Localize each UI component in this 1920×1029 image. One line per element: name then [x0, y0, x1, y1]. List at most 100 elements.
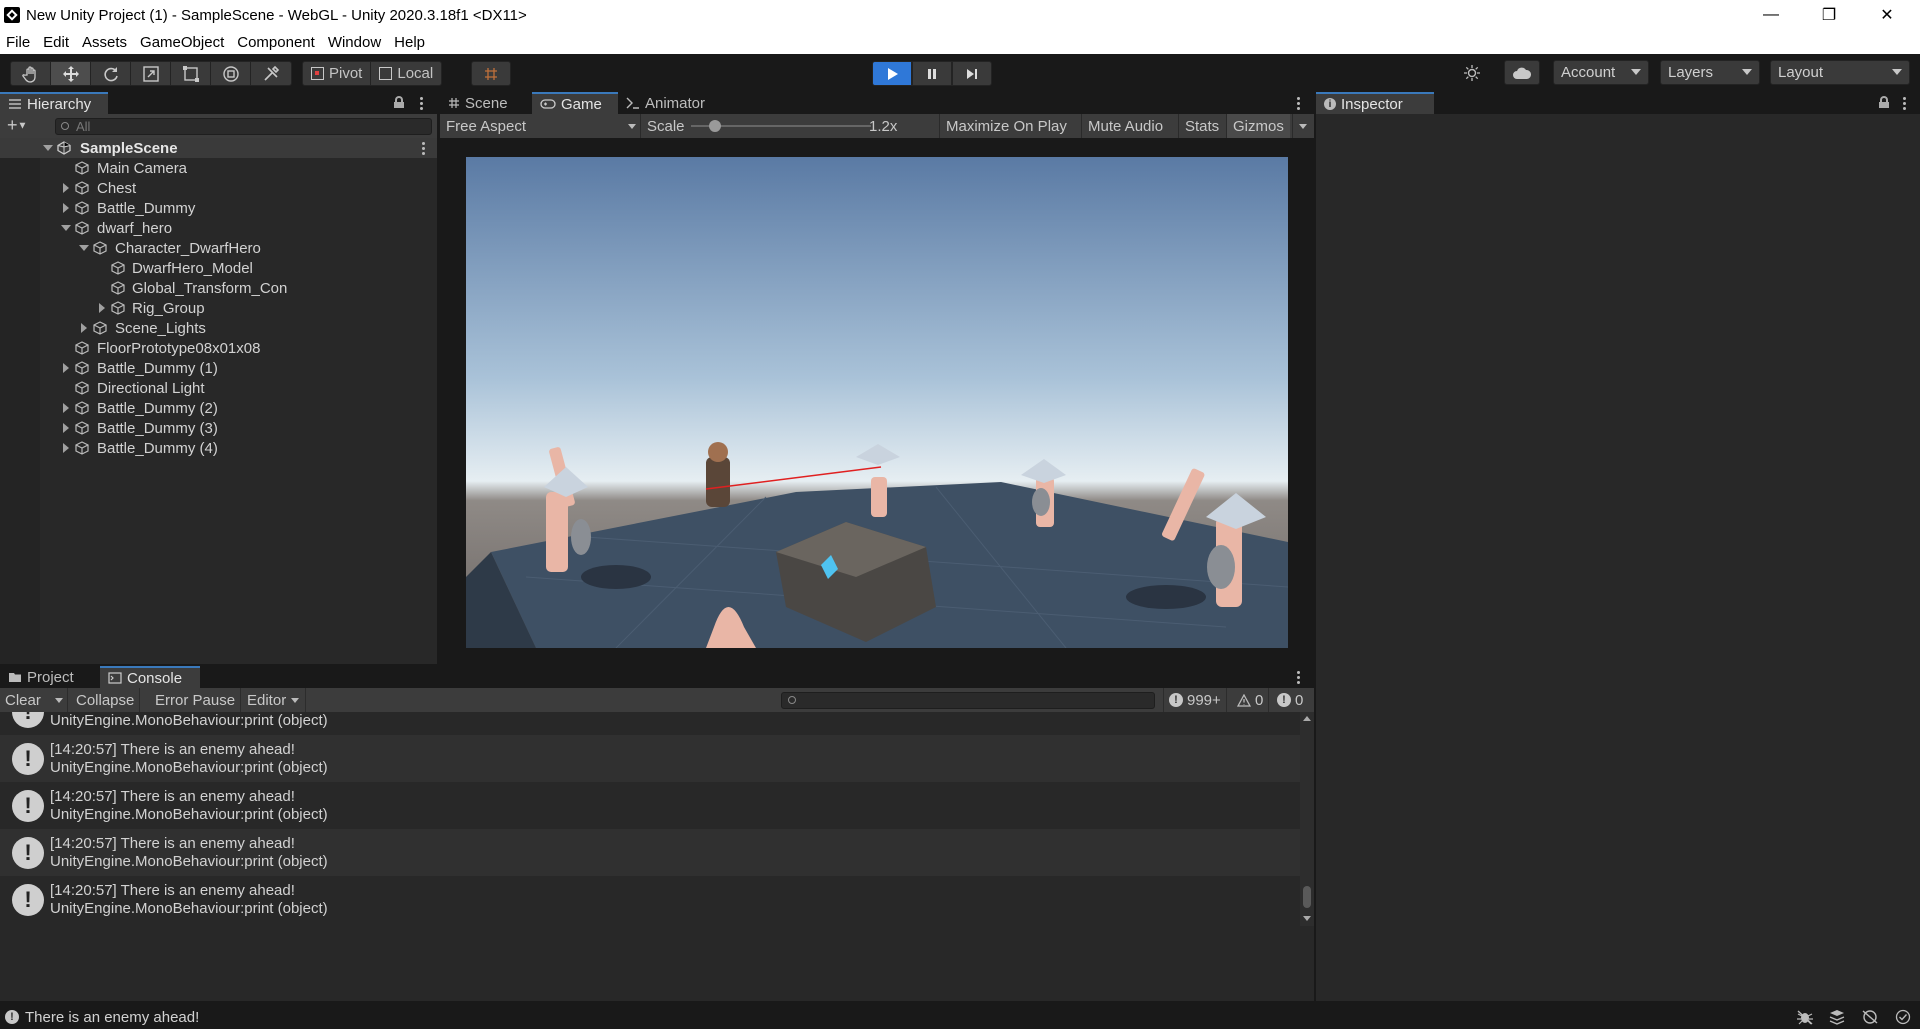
rect-tool-icon[interactable] — [171, 62, 211, 85]
pause-button[interactable] — [912, 61, 952, 86]
fold-down-icon[interactable] — [79, 245, 89, 251]
mute-audio-toggle[interactable]: Mute Audio — [1081, 114, 1169, 138]
play-button[interactable] — [872, 61, 912, 86]
minimize-button[interactable]: — — [1748, 0, 1794, 30]
log-entry[interactable]: ! [14:20:57] There is an enemy ahead! Un… — [0, 735, 1300, 782]
progress-icon[interactable] — [1861, 1009, 1879, 1025]
hierarchy-item[interactable]: Global_Transform_Con — [0, 278, 437, 298]
account-dropdown[interactable]: Account — [1553, 60, 1649, 85]
console-search-input[interactable] — [781, 692, 1155, 709]
pivot-toggle[interactable]: Pivot — [303, 62, 372, 85]
hierarchy-item[interactable]: Battle_Dummy (1) — [0, 358, 437, 378]
fold-right-icon[interactable] — [63, 443, 69, 453]
log-entry[interactable]: ! [14:20:57] There is an enemy ahead! Un… — [0, 782, 1300, 829]
scroll-down-icon[interactable] — [1303, 916, 1311, 921]
fold-down-icon[interactable] — [43, 145, 53, 151]
gizmos-dropdown[interactable] — [1292, 114, 1314, 138]
hierarchy-item[interactable]: FloorPrototype08x01x08 — [0, 338, 437, 358]
transform-all-tool-icon[interactable] — [211, 62, 251, 85]
close-button[interactable]: ✕ — [1864, 0, 1910, 30]
move-tool-icon[interactable] — [51, 62, 91, 85]
game-viewport[interactable] — [466, 157, 1288, 648]
fold-right-icon[interactable] — [63, 183, 69, 193]
warning-filter-toggle[interactable]: 0 — [1232, 688, 1270, 712]
fold-down-icon[interactable] — [61, 225, 71, 231]
fold-right-icon[interactable] — [63, 363, 69, 373]
bug-icon[interactable] — [1796, 1009, 1814, 1025]
error-pause-toggle[interactable]: Error Pause — [150, 688, 242, 712]
log-entry[interactable]: ! [14:20:57] There is an enemy ahead! Un… — [0, 829, 1300, 876]
scene-row[interactable]: SampleScene — [0, 138, 437, 158]
hierarchy-item[interactable]: Directional Light — [0, 378, 437, 398]
cache-server-icon[interactable] — [1828, 1009, 1846, 1025]
create-button[interactable]: +▼ — [7, 116, 27, 134]
tab-project[interactable]: Project — [0, 666, 100, 688]
cloud-button[interactable] — [1504, 60, 1540, 85]
menu-gameobject[interactable]: GameObject — [134, 34, 231, 51]
step-button[interactable] — [952, 61, 992, 86]
menu-edit[interactable]: Edit — [37, 34, 76, 51]
layers-dropdown[interactable]: Layers — [1660, 60, 1760, 85]
collapse-toggle[interactable]: Collapse — [71, 688, 141, 712]
rotate-tool-icon[interactable] — [91, 62, 131, 85]
scale-slider-handle[interactable] — [709, 120, 721, 132]
hierarchy-item[interactable]: Battle_Dummy (2) — [0, 398, 437, 418]
fold-right-icon[interactable] — [99, 303, 105, 313]
scrollbar-thumb[interactable] — [1303, 886, 1311, 908]
layout-dropdown[interactable]: Layout — [1770, 60, 1910, 85]
tab-game[interactable]: Game — [532, 92, 618, 114]
fold-right-icon[interactable] — [63, 423, 69, 433]
fold-right-icon[interactable] — [63, 203, 69, 213]
status-message[interactable]: There is an enemy ahead! — [25, 1009, 199, 1026]
menu-window[interactable]: Window — [322, 34, 388, 51]
hierarchy-item[interactable]: Character_DwarfHero — [0, 238, 437, 258]
maximize-button[interactable]: ❐ — [1806, 0, 1852, 30]
panel-menu-icon[interactable] — [417, 94, 425, 112]
tab-hierarchy[interactable]: Hierarchy — [0, 92, 108, 114]
log-entry[interactable]: ! [14:20:57] There is an enemy ahead! Un… — [0, 876, 1300, 923]
hierarchy-search-input[interactable]: All — [55, 118, 432, 135]
hand-tool-icon[interactable] — [11, 62, 51, 85]
hierarchy-item[interactable]: DwarfHero_Model — [0, 258, 437, 278]
scroll-up-icon[interactable] — [1303, 716, 1311, 721]
hierarchy-item[interactable]: Chest — [0, 178, 437, 198]
grid-snap-button[interactable] — [471, 61, 511, 86]
scale-tool-icon[interactable] — [131, 62, 171, 85]
menu-file[interactable]: File — [0, 34, 37, 51]
menu-assets[interactable]: Assets — [76, 34, 134, 51]
gizmos-toggle[interactable]: Gizmos — [1226, 114, 1290, 138]
fold-right-icon[interactable] — [63, 403, 69, 413]
editor-dropdown[interactable]: Editor — [242, 688, 306, 712]
panel-menu-icon[interactable] — [1900, 94, 1908, 112]
local-toggle[interactable]: Local — [371, 62, 441, 85]
stats-toggle[interactable]: Stats — [1178, 114, 1225, 138]
log-entry-partial[interactable]: ! UnityEngine.MonoBehaviour:print (objec… — [0, 712, 1300, 735]
panel-menu-icon[interactable] — [1294, 668, 1302, 686]
log-filter-toggle[interactable]: ! 999+ — [1163, 688, 1227, 712]
fold-right-icon[interactable] — [81, 323, 87, 333]
hierarchy-item[interactable]: Battle_Dummy (3) — [0, 418, 437, 438]
scene-menu-icon[interactable] — [419, 139, 427, 157]
tab-inspector[interactable]: i Inspector — [1316, 92, 1434, 114]
lock-icon[interactable] — [1879, 96, 1889, 108]
hierarchy-item[interactable]: Rig_Group — [0, 298, 437, 318]
tab-console[interactable]: Console — [100, 666, 200, 688]
tab-scene[interactable]: Scene — [440, 92, 532, 114]
checkmark-icon[interactable] — [1894, 1009, 1912, 1025]
menu-component[interactable]: Component — [231, 34, 322, 51]
maximize-on-play-toggle[interactable]: Maximize On Play — [939, 114, 1073, 138]
lock-icon[interactable] — [394, 96, 404, 108]
hierarchy-item[interactable]: Battle_Dummy — [0, 198, 437, 218]
custom-tool-icon[interactable] — [251, 62, 291, 85]
aspect-dropdown[interactable]: Free Aspect — [440, 114, 640, 138]
hierarchy-item[interactable]: Main Camera — [0, 158, 437, 178]
clear-button[interactable]: Clear — [0, 688, 68, 712]
console-scrollbar[interactable] — [1300, 712, 1314, 926]
tab-animator[interactable]: Animator — [618, 92, 718, 114]
hierarchy-item[interactable]: dwarf_hero — [0, 218, 437, 238]
hierarchy-item[interactable]: Scene_Lights — [0, 318, 437, 338]
menu-help[interactable]: Help — [388, 34, 432, 51]
hierarchy-item[interactable]: Battle_Dummy (4) — [0, 438, 437, 458]
services-button[interactable] — [1454, 60, 1490, 85]
panel-menu-icon[interactable] — [1294, 94, 1302, 112]
